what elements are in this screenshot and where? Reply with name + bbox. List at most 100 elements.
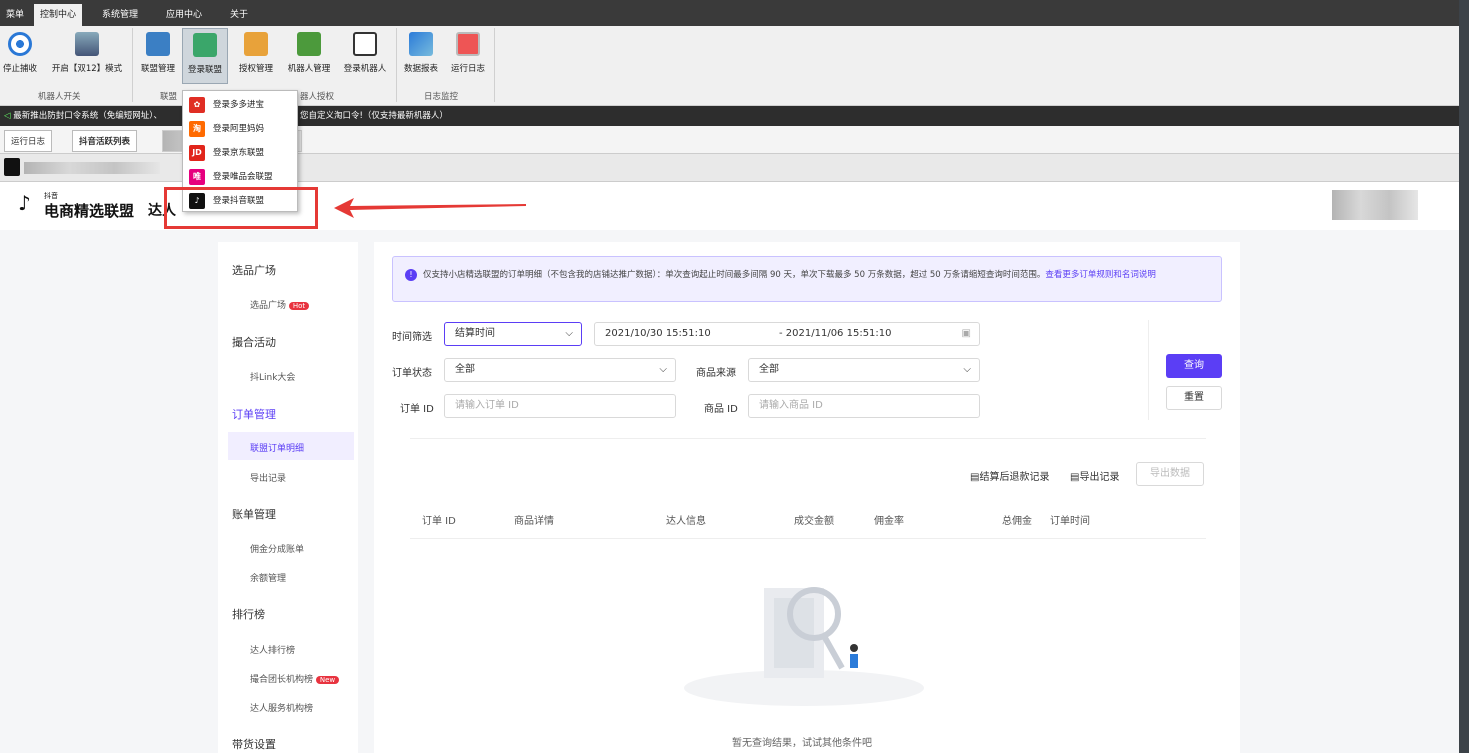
reset-button[interactable]: 重置 bbox=[1166, 386, 1222, 410]
date-range-picker[interactable]: 2021/10/30 15:51:10- 2021/11/06 15:51:10… bbox=[594, 322, 980, 346]
stop-icon bbox=[8, 32, 32, 56]
divider bbox=[410, 438, 1206, 439]
network-icon bbox=[297, 32, 321, 56]
blurred-url bbox=[24, 162, 160, 174]
login-robot-button[interactable]: 登录机器人 bbox=[340, 28, 390, 84]
ribbon-label: 联盟管理 bbox=[140, 64, 175, 74]
sidebar-item[interactable]: 导出记录 bbox=[250, 471, 286, 484]
column-header: 订单 ID bbox=[422, 516, 456, 527]
export-record-link[interactable]: ▤导出记录 bbox=[1070, 468, 1119, 483]
sidebar-item[interactable]: 抖Link大会 bbox=[250, 370, 295, 383]
tab-run-log[interactable]: 运行日志 bbox=[4, 130, 53, 152]
robot-manage-button[interactable]: 机器人管理 bbox=[282, 28, 336, 84]
sidebar-section[interactable]: 账单管理 bbox=[232, 506, 276, 522]
menu-item-pinduoduo[interactable]: ✿ 登录多多进宝 bbox=[185, 93, 295, 117]
time-type-select[interactable]: 结算时间 ⌵ bbox=[444, 322, 582, 346]
sidebar-section[interactable]: 排行榜 bbox=[232, 606, 265, 622]
time-filter-label: 时间筛选 bbox=[392, 332, 432, 343]
refund-record-link[interactable]: ▤结算后退款记录 bbox=[970, 468, 1049, 483]
source-select[interactable]: 全部 ⌵ bbox=[748, 358, 980, 382]
double12-button[interactable]: 开启【双12】模式 bbox=[46, 28, 128, 84]
ribbon-label: 登录机器人 bbox=[343, 64, 387, 74]
logo-text: 电商精选联盟 bbox=[44, 202, 135, 220]
sidebar-item[interactable]: 余额管理 bbox=[250, 571, 286, 584]
sidebar-section-orders[interactable]: 订单管理 bbox=[232, 406, 276, 422]
sidebar-item[interactable]: 选品广场 Hot bbox=[250, 298, 310, 311]
main-panel: ! 仅支持小店精选联盟的订单明细（不包含我的店铺达推广数据）：单次查询起止时间最… bbox=[374, 242, 1240, 753]
column-header: 订单时间 bbox=[1050, 516, 1090, 527]
menu-tab-system[interactable]: 系统管理 bbox=[96, 4, 144, 26]
empty-message: 暂无查询结果，试试其他条件吧 bbox=[732, 738, 872, 749]
vip-icon: 唯 bbox=[189, 169, 205, 185]
douyin-logo-icon: ♪ bbox=[18, 191, 31, 215]
group-label: 器人授权 bbox=[300, 92, 335, 102]
notice-banner: ! 仅支持小店精选联盟的订单明细（不包含我的店铺达推广数据）：单次查询起止时间最… bbox=[392, 256, 1222, 302]
menu-item-alimama[interactable]: 淘登录阿里妈妈 bbox=[185, 117, 295, 141]
qrcode-icon bbox=[353, 32, 377, 56]
sidebar-item-active[interactable]: 联盟订单明细 bbox=[250, 441, 304, 454]
notice-text: 仅支持小店精选联盟的订单明细（不包含我的店铺达推广数据）：单次查询起止时间最多间… bbox=[423, 270, 1046, 280]
monitor-icon bbox=[146, 32, 170, 56]
sidebar-item[interactable]: 达人排行榜 bbox=[250, 643, 295, 656]
ribbon-label: 数据报表 bbox=[403, 64, 438, 74]
column-header: 佣金率 bbox=[874, 516, 904, 527]
sidebar-section[interactable]: 选品广场 bbox=[232, 262, 276, 278]
chevron-down-icon: ⌵ bbox=[963, 364, 971, 375]
group-label: 日志监控 bbox=[424, 92, 459, 102]
data-report-button[interactable]: 数据报表 bbox=[400, 28, 442, 84]
menu-tab-control[interactable]: 控制中心 bbox=[34, 4, 83, 26]
new-badge: New bbox=[315, 676, 340, 684]
menu-tab-apps[interactable]: 应用中心 bbox=[160, 4, 208, 26]
sidebar-item[interactable]: 佣金分成账单 bbox=[250, 542, 304, 555]
gauge-icon bbox=[75, 32, 99, 56]
divider bbox=[1148, 320, 1149, 420]
status-select[interactable]: 全部 ⌵ bbox=[444, 358, 676, 382]
ribbon-label: 运行日志 bbox=[450, 64, 485, 74]
ribbon-label: 机器人管理 bbox=[287, 64, 331, 74]
alliance-manage-button[interactable]: 联盟管理 bbox=[136, 28, 180, 84]
group-label: 联盟 bbox=[160, 92, 178, 102]
news-text-tail: 您自定义淘口令!（仅支持最新机器人） bbox=[300, 111, 448, 121]
sidebar: 选品广场 选品广场 Hot 撮合活动 抖Link大会 订单管理 联盟订单明细 导… bbox=[218, 242, 358, 753]
log-icon bbox=[456, 32, 480, 56]
taobao-icon: 淘 bbox=[189, 121, 205, 137]
stop-button[interactable]: 停止捕收 bbox=[0, 28, 40, 84]
order-id-input[interactable]: 请输入订单 ID bbox=[444, 394, 676, 418]
column-header: 总佣金 bbox=[1002, 516, 1032, 527]
menu-tab[interactable]: 菜单 bbox=[0, 4, 30, 26]
source-label: 商品来源 bbox=[696, 368, 736, 379]
pinduoduo-icon: ✿ bbox=[189, 97, 205, 113]
table-header-line bbox=[410, 538, 1206, 539]
hot-badge: Hot bbox=[288, 302, 310, 310]
avatar[interactable] bbox=[1332, 190, 1418, 220]
highlight-box bbox=[164, 187, 318, 229]
column-header: 达人信息 bbox=[666, 516, 706, 527]
group-label: 机器人开关 bbox=[38, 92, 81, 102]
divider bbox=[494, 28, 495, 102]
auth-manage-button[interactable]: 授权管理 bbox=[234, 28, 278, 84]
run-log-button[interactable]: 运行日志 bbox=[446, 28, 490, 84]
tab-douyin-list[interactable]: 抖音活跃列表 bbox=[72, 130, 138, 152]
sidebar-section[interactable]: 带货设置 bbox=[232, 736, 276, 752]
notice-link[interactable]: 查看更多订单规则和名词说明 bbox=[1045, 270, 1156, 280]
empty-illustration bbox=[684, 587, 924, 706]
column-header: 商品详情 bbox=[514, 516, 554, 527]
menu-tab-about[interactable]: 关于 bbox=[224, 4, 254, 26]
query-button[interactable]: 查询 bbox=[1166, 354, 1222, 378]
sidebar-section[interactable]: 撮合活动 bbox=[232, 334, 276, 350]
ribbon-label: 授权管理 bbox=[238, 64, 273, 74]
divider bbox=[396, 28, 397, 102]
login-alliance-button[interactable]: 登录联盟 bbox=[182, 28, 228, 84]
scrollbar[interactable] bbox=[1459, 0, 1469, 753]
chevron-down-icon: ⌵ bbox=[565, 328, 573, 339]
document-icon bbox=[244, 32, 268, 56]
product-id-input[interactable]: 请输入商品 ID bbox=[748, 394, 980, 418]
sidebar-item[interactable]: 撮合团长机构榜 New bbox=[250, 672, 340, 685]
product-id-label: 商品 ID bbox=[704, 404, 738, 415]
douyin-icon bbox=[4, 158, 20, 176]
export-data-button[interactable]: 导出数据 bbox=[1136, 462, 1204, 486]
menu-item-vip[interactable]: 唯登录唯品会联盟 bbox=[185, 165, 295, 189]
menu-item-jd[interactable]: JD 登录京东联盟 bbox=[185, 141, 295, 165]
chevron-down-icon: ⌵ bbox=[659, 364, 667, 375]
sidebar-item[interactable]: 达人服务机构榜 bbox=[250, 701, 313, 714]
